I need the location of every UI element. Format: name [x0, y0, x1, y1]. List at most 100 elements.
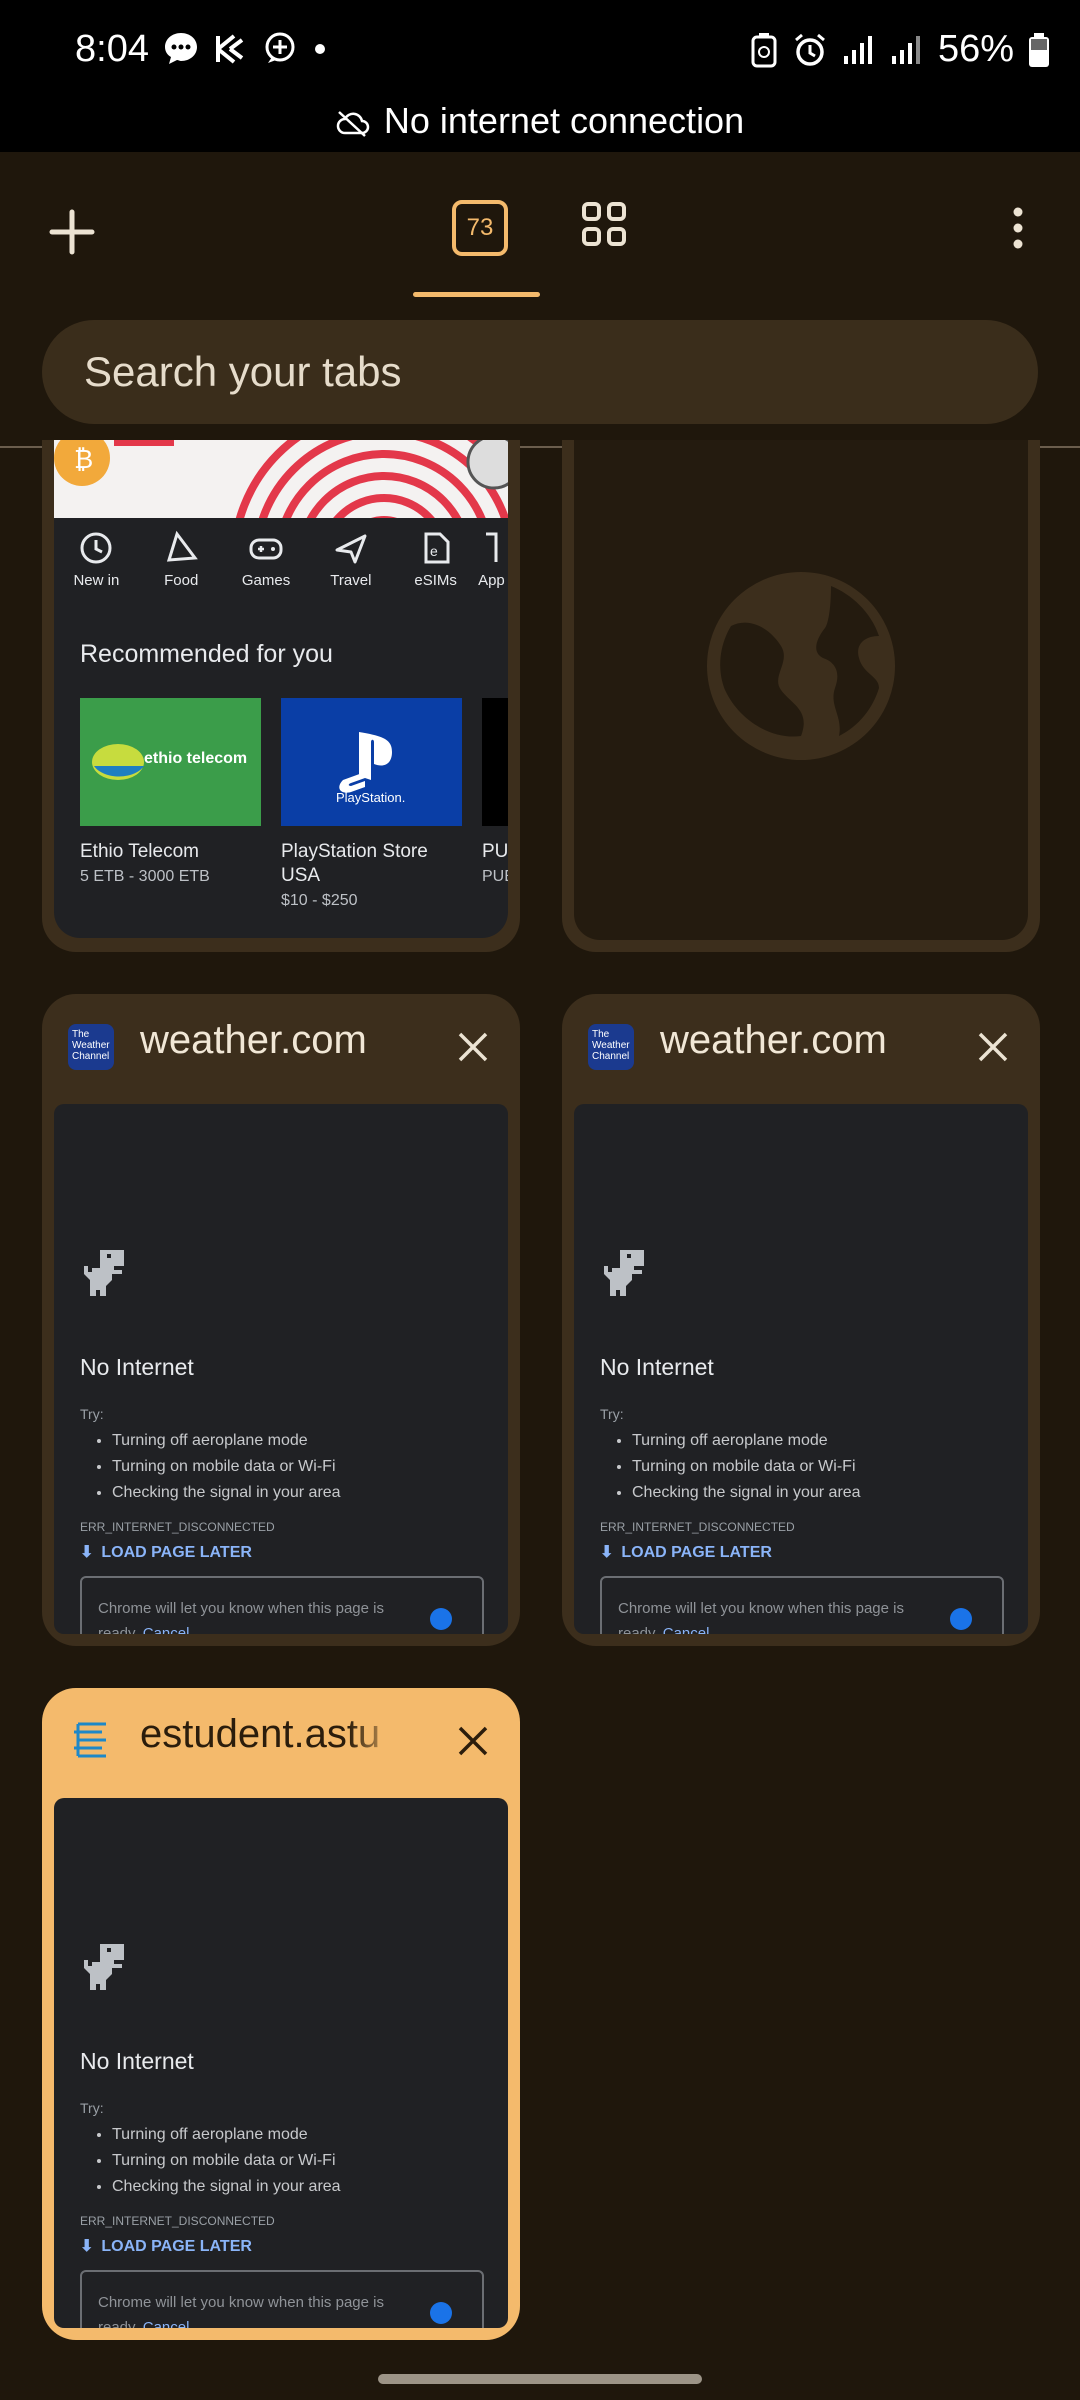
notify-box: Chrome will let you know when this page …: [80, 2270, 484, 2328]
error-title: No Internet: [600, 1354, 714, 1380]
tab-card-estudent[interactable]: estudent.astu No Internet Try: Turning o…: [42, 1688, 520, 2340]
tab-card-weather-1[interactable]: The Weather Channel weather.com No Inter…: [42, 994, 520, 1646]
category-label: eSIMs: [414, 572, 457, 589]
category-food[interactable]: Food: [139, 526, 224, 606]
notify-text: Chrome will let you know when this page …: [98, 2294, 384, 2328]
tab-card-blank[interactable]: [562, 440, 1040, 952]
ethio-logo-text: ethio telecom: [144, 750, 248, 767]
category-label: App: [478, 572, 505, 589]
download-icon: ⬇: [600, 1544, 614, 1561]
playstation-logo-graphic: [339, 732, 392, 793]
svg-text:₿: ₿: [74, 444, 93, 474]
load-later-link[interactable]: ⬇ LOAD PAGE LATER: [600, 1542, 772, 1562]
category-row: New in Food Games Travel e eSIMs App: [54, 526, 508, 606]
notify-message: Chrome will let you know when this page …: [98, 1596, 398, 1634]
cancel-link[interactable]: Cancel: [143, 2319, 190, 2328]
error-code: ERR_INTERNET_DISCONNECTED: [600, 1520, 795, 1534]
load-later-link[interactable]: ⬇ LOAD PAGE LATER: [80, 1542, 252, 1562]
suggestion-item: Checking the signal in your area: [112, 1480, 341, 1506]
svg-text:e: e: [430, 543, 438, 559]
signal-2-icon: [891, 35, 920, 64]
offline-banner: No internet connection: [0, 100, 1080, 142]
tab-card-weather-2[interactable]: The Weather Channel weather.com No Inter…: [562, 994, 1040, 1646]
load-later-label: LOAD PAGE LATER: [101, 2238, 252, 2255]
tab-header: estudent.astu: [42, 1688, 520, 1792]
category-apps[interactable]: App: [478, 526, 508, 606]
battery-percent: 56%: [937, 28, 1014, 70]
alarm-icon: [794, 33, 825, 66]
chat-icon: [165, 33, 197, 64]
check-icon: [430, 2302, 452, 2324]
tab-card-play-store[interactable]: ₿ New in Food Games Travel e eSIMs App R…: [42, 440, 520, 952]
app-card-playstation[interactable]: PlayStation. PlayStation Store USA $10 -…: [281, 698, 462, 910]
category-games[interactable]: Games: [224, 526, 309, 606]
download-icon: ⬇: [80, 1544, 94, 1561]
search-tabs-field[interactable]: Search your tabs: [42, 320, 1038, 424]
globe-icon: [707, 572, 895, 760]
tab-groups-icon[interactable]: [580, 200, 628, 248]
cancel-link[interactable]: Cancel: [143, 1625, 190, 1634]
recommended-heading: Recommended for you: [80, 640, 333, 668]
weather-channel-favicon: The Weather Channel: [588, 1024, 634, 1070]
close-tab-icon[interactable]: [976, 1030, 1010, 1064]
error-code: ERR_INTERNET_DISCONNECTED: [80, 2214, 275, 2228]
category-label: Food: [164, 572, 199, 589]
tab-count-button[interactable]: 73: [452, 200, 508, 256]
tab-thumbnail: [574, 440, 1028, 940]
estudent-favicon: [74, 1722, 106, 1758]
load-later-label: LOAD PAGE LATER: [621, 1544, 772, 1561]
tab-thumbnail: No Internet Try: Turning off aeroplane m…: [54, 1104, 508, 1634]
suggestion-item: Turning on mobile data or Wi-Fi: [112, 2148, 341, 2174]
recommended-apps: ethio telecom Ethio Telecom 5 ETB - 3000…: [80, 698, 508, 910]
category-new-in[interactable]: New in: [54, 526, 139, 606]
dot-icon: [315, 44, 325, 54]
notification-icons: [162, 30, 328, 68]
tab-title: estudent.astu: [140, 1712, 381, 1756]
promo-banner: ₿: [54, 440, 508, 518]
check-icon: [950, 1608, 972, 1630]
category-label: New in: [73, 572, 120, 589]
app-card-ethio-telecom[interactable]: ethio telecom Ethio Telecom 5 ETB - 3000…: [80, 698, 261, 910]
gesture-home-bar[interactable]: [378, 2374, 702, 2384]
load-later-label: LOAD PAGE LATER: [101, 1544, 252, 1561]
playstation-logo: PlayStation.: [281, 698, 462, 826]
notify-box: Chrome will let you know when this page …: [600, 1576, 1004, 1634]
clock-icon: [80, 532, 112, 564]
category-label: Games: [241, 572, 291, 589]
apps-icon: [486, 532, 498, 562]
suggestion-item: Turning on mobile data or Wi-Fi: [632, 1454, 861, 1480]
airplane-icon: [335, 534, 367, 564]
app-name: Ethio Telecom: [80, 841, 199, 862]
error-suggestions: Turning off aeroplane mode Turning on mo…: [94, 2122, 341, 2200]
download-icon: ⬇: [80, 2238, 94, 2255]
error-suggestions: Turning off aeroplane mode Turning on mo…: [94, 1428, 341, 1506]
close-tab-icon[interactable]: [456, 1724, 490, 1758]
error-suggestions: Turning off aeroplane mode Turning on mo…: [614, 1428, 861, 1506]
tab-thumbnail: No Internet Try: Turning off aeroplane m…: [54, 1798, 508, 2328]
suggestion-item: Turning on mobile data or Wi-Fi: [112, 1454, 341, 1480]
tab-header: The Weather Channel weather.com: [42, 994, 520, 1098]
new-tab-icon[interactable]: [40, 200, 104, 264]
load-later-link[interactable]: ⬇ LOAD PAGE LATER: [80, 2236, 252, 2256]
add-circle-icon: [265, 32, 295, 63]
tab-title: weather.com: [660, 1018, 887, 1062]
dino-icon: [84, 1944, 124, 1990]
error-title: No Internet: [80, 2048, 194, 2074]
signal-icon: [843, 35, 872, 64]
error-try-label: Try:: [80, 2100, 104, 2116]
category-esims[interactable]: e eSIMs: [393, 526, 478, 606]
cancel-link[interactable]: Cancel: [663, 1625, 710, 1634]
app-card-partial[interactable]: PU PUE 405: [482, 698, 508, 910]
error-try-label: Try:: [600, 1406, 624, 1422]
playstation-logo-text: PlayStation.: [336, 790, 406, 805]
status-right: 56%: [750, 28, 1050, 71]
app-name: PlayStation Store USA: [281, 841, 428, 886]
more-options-icon[interactable]: [1000, 204, 1036, 252]
error-title: No Internet: [80, 1354, 194, 1380]
weather-channel-favicon: The Weather Channel: [68, 1024, 114, 1070]
notify-text: Chrome will let you know when this page …: [98, 1600, 384, 1634]
category-travel[interactable]: Travel: [308, 526, 393, 606]
close-tab-icon[interactable]: [456, 1030, 490, 1064]
error-try-label: Try:: [80, 1406, 104, 1422]
notify-text: Chrome will let you know when this page …: [618, 1600, 904, 1634]
